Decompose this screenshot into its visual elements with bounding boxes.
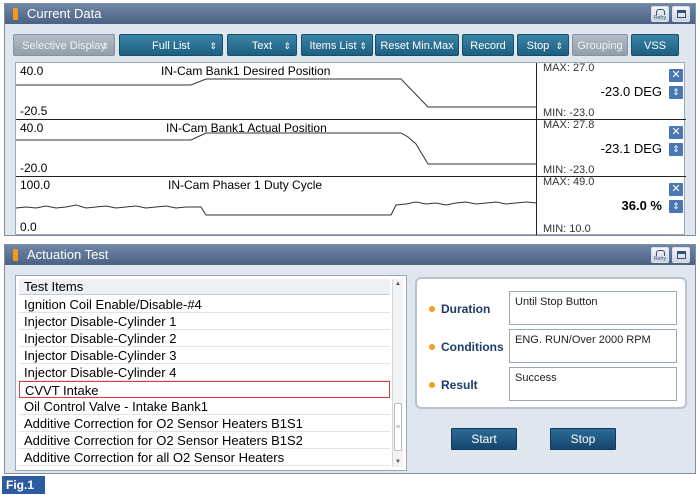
graph-min: MIN: 10.0 bbox=[543, 223, 591, 235]
current-data-toolbar: Selective Display ⇕ Full List ⇕ Text ⇕ Item… bbox=[13, 34, 687, 56]
list-item[interactable]: Ignition Coil Enable/Disable-#4 bbox=[19, 296, 390, 313]
conditions-value: ENG. RUN/Over 2000 RPM bbox=[509, 329, 677, 363]
duration-row: Duration Until Stop Button bbox=[427, 291, 683, 325]
start-button[interactable]: Start bbox=[451, 428, 517, 450]
list-item[interactable]: Injector Disable-Cylinder 3 bbox=[19, 347, 390, 364]
current-data-title: Current Data bbox=[27, 6, 102, 21]
vss-button[interactable]: VSS bbox=[631, 34, 679, 56]
graph-plot: 100.0 0.0 IN-Cam Phaser 1 Duty Cycle bbox=[16, 177, 537, 235]
panel-marker-icon bbox=[13, 8, 18, 20]
dropdown-arrow-icon: ⇕ bbox=[101, 41, 109, 51]
dropdown-arrow-icon: ⇕ bbox=[555, 41, 563, 51]
graph-plot: 40.0 -20.5 IN-Cam Bank1 Desired Position bbox=[16, 63, 537, 119]
list-items: Ignition Coil Enable/Disable-#4 Injector… bbox=[19, 296, 390, 466]
test-info-box: Duration Until Stop Button Conditions EN… bbox=[415, 277, 687, 409]
graph-panel-duty-cycle: 100.0 0.0 IN-Cam Phaser 1 Duty Cycle MAX… bbox=[16, 176, 686, 235]
graph-top-value: 40.0 bbox=[20, 121, 44, 135]
actuation-test-panel: Actuation Test Retry Test Items Ignition… bbox=[4, 244, 696, 474]
result-row: Result Success bbox=[427, 367, 683, 401]
list-item[interactable]: Injector Disable-Cylinder 4 bbox=[19, 364, 390, 381]
retry-icon[interactable]: Retry bbox=[651, 6, 669, 22]
stop-button[interactable]: Stop bbox=[550, 428, 616, 450]
bullet-icon bbox=[429, 382, 435, 388]
graph-current-value: -23.1 DEG bbox=[600, 141, 662, 156]
test-items-list[interactable]: Test Items Ignition Coil Enable/Disable-… bbox=[15, 275, 407, 471]
graph-title: IN-Cam Phaser 1 Duty Cycle bbox=[168, 178, 323, 192]
list-item[interactable]: Additive Correction for O2 Sensor Heater… bbox=[19, 415, 390, 432]
graph-current-value: -23.0 DEG bbox=[600, 84, 662, 99]
swap-icon[interactable]: ⇕ bbox=[669, 200, 683, 213]
graph-top-value: 40.0 bbox=[20, 64, 44, 78]
result-label: Result bbox=[441, 378, 478, 392]
reset-min-max-button[interactable]: Reset Min.Max bbox=[375, 34, 459, 56]
panel-marker-icon bbox=[13, 249, 18, 261]
bullet-icon bbox=[429, 344, 435, 350]
list-item[interactable]: Injector Disable-Cylinder 2 bbox=[19, 330, 390, 347]
list-header: Test Items bbox=[19, 279, 390, 295]
graph-bottom-value: 0.0 bbox=[20, 220, 37, 234]
dropdown-arrow-icon: ⇕ bbox=[359, 41, 367, 51]
dropdown-arrow-icon: ⇕ bbox=[283, 41, 291, 51]
current-data-titlebar: Current Data Retry bbox=[5, 4, 695, 24]
graph-max: MAX: 27.0 bbox=[543, 62, 595, 74]
list-item[interactable]: Additive Correction for O2 Sensor Heater… bbox=[19, 432, 390, 449]
scroll-up-icon[interactable]: ▲ bbox=[393, 279, 403, 289]
graph-title: IN-Cam Bank1 Actual Position bbox=[166, 121, 327, 135]
graph-max: MAX: 27.8 bbox=[543, 119, 595, 131]
swap-icon[interactable]: ⇕ bbox=[669, 143, 683, 156]
graph-max: MAX: 49.0 bbox=[543, 176, 595, 188]
text-dropdown[interactable]: Text ⇕ bbox=[227, 34, 297, 56]
graph-top-value: 100.0 bbox=[20, 178, 51, 192]
figure-label: Fig.1 bbox=[2, 476, 45, 494]
graph-area: 40.0 -20.5 IN-Cam Bank1 Desired Position… bbox=[15, 62, 686, 235]
list-item-selected[interactable]: CVVT Intake bbox=[19, 381, 390, 398]
current-data-panel: Current Data Retry Selective Display ⇕ Fu… bbox=[4, 3, 696, 236]
window-icon[interactable] bbox=[672, 247, 690, 263]
stop-dropdown[interactable]: Stop ⇕ bbox=[517, 34, 569, 56]
list-item[interactable]: Oil Control Valve - Intake Bank1 bbox=[19, 398, 390, 415]
close-icon[interactable]: ✕ bbox=[669, 126, 683, 139]
bullet-icon bbox=[429, 306, 435, 312]
duration-label: Duration bbox=[441, 302, 491, 316]
list-item[interactable]: Additive Correction for all O2 Sensor He… bbox=[19, 449, 390, 466]
conditions-row: Conditions ENG. RUN/Over 2000 RPM bbox=[427, 329, 683, 363]
dropdown-arrow-icon: ⇕ bbox=[209, 41, 217, 51]
close-icon[interactable]: ✕ bbox=[669, 183, 683, 196]
graph-title: IN-Cam Bank1 Desired Position bbox=[161, 64, 331, 78]
list-item[interactable]: Injector Disable-Cylinder 1 bbox=[19, 313, 390, 330]
grouping-button[interactable]: Grouping bbox=[572, 34, 628, 56]
graph-bottom-value: -20.5 bbox=[20, 104, 48, 118]
graph-panel-actual-position: 40.0 -20.0 IN-Cam Bank1 Actual Position … bbox=[16, 119, 686, 177]
actuation-test-title: Actuation Test bbox=[27, 247, 109, 262]
graph-plot: 40.0 -20.0 IN-Cam Bank1 Actual Position bbox=[16, 120, 537, 176]
list-scrollbar[interactable]: ▲ ≡ ▼ bbox=[392, 279, 403, 467]
result-value: Success bbox=[509, 367, 677, 401]
graph-panel-desired-position: 40.0 -20.5 IN-Cam Bank1 Desired Position… bbox=[16, 62, 686, 120]
scroll-down-icon[interactable]: ▼ bbox=[393, 457, 403, 467]
graph-min: MIN: -23.0 bbox=[543, 107, 595, 119]
graph-min: MIN: -23.0 bbox=[543, 164, 595, 176]
window-icon[interactable] bbox=[672, 6, 690, 22]
close-icon[interactable]: ✕ bbox=[669, 69, 683, 82]
graph-current-value: 36.0 % bbox=[621, 198, 662, 213]
conditions-label: Conditions bbox=[441, 340, 504, 354]
selective-display-dropdown[interactable]: Selective Display ⇕ bbox=[13, 34, 115, 56]
items-list-dropdown[interactable]: Items List ⇕ bbox=[301, 34, 373, 56]
scroll-thumb[interactable]: ≡ bbox=[394, 403, 402, 451]
full-list-dropdown[interactable]: Full List ⇕ bbox=[119, 34, 223, 56]
actuation-test-titlebar: Actuation Test Retry bbox=[5, 245, 695, 265]
graph-bottom-value: -20.0 bbox=[20, 161, 48, 175]
retry-icon[interactable]: Retry bbox=[651, 247, 669, 263]
swap-icon[interactable]: ⇕ bbox=[669, 86, 683, 99]
duration-value: Until Stop Button bbox=[509, 291, 677, 325]
record-button[interactable]: Record bbox=[462, 34, 514, 56]
